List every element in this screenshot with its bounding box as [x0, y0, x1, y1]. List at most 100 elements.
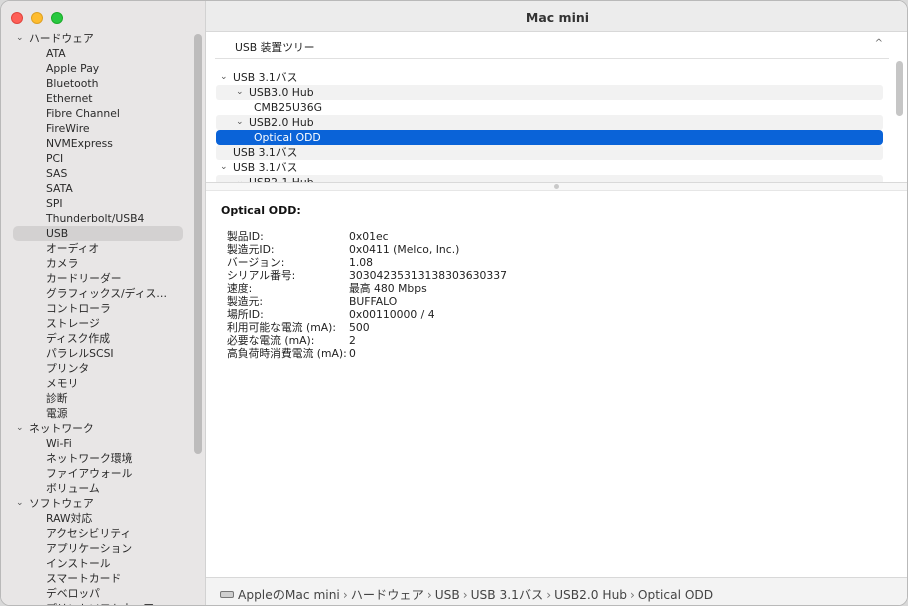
breadcrumb-item[interactable]: Optical ODD: [638, 588, 713, 602]
chevron-down-icon[interactable]: ⌄: [220, 160, 228, 175]
chevron-down-icon[interactable]: ⌄: [236, 85, 244, 100]
sidebar-item[interactable]: グラフィックス/ディス…: [13, 286, 183, 301]
sidebar-item[interactable]: パラレルSCSI: [13, 346, 183, 361]
detail-key: 製品ID:: [227, 230, 264, 243]
chevron-down-icon[interactable]: ⌄: [236, 175, 244, 182]
sidebar-item[interactable]: Ethernet: [13, 91, 183, 106]
sidebar-item[interactable]: 電源: [13, 406, 183, 421]
sidebar-item[interactable]: プリントソフトウェア: [13, 601, 183, 605]
detail-key: 製造元:: [227, 295, 264, 308]
detail-row: 高負荷時消費電流 (mA): 0: [227, 347, 507, 360]
breadcrumb-item[interactable]: USB 3.1バス: [471, 588, 544, 602]
sidebar-item[interactable]: SAS: [13, 166, 183, 181]
sidebar-item[interactable]: カメラ: [13, 256, 183, 271]
sidebar-item-label: FireWire: [46, 122, 90, 135]
sidebar-item[interactable]: NVMExpress: [13, 136, 183, 151]
sidebar-item-label: SAS: [46, 167, 68, 180]
sidebar-item-label: USB: [46, 227, 69, 240]
breadcrumb-item[interactable]: AppleのMac mini: [238, 588, 340, 602]
sidebar-group-label: ハードウェア: [29, 32, 94, 45]
sidebar-item[interactable]: 診断: [13, 391, 183, 406]
sidebar-group[interactable]: ⌄ ソフトウェア: [13, 496, 183, 511]
sidebar-item[interactable]: カードリーダー: [13, 271, 183, 286]
tree-row[interactable]: ⌄ USB2.0 Hub: [216, 115, 883, 130]
sidebar-item[interactable]: Thunderbolt/USB4: [13, 211, 183, 226]
sidebar-item[interactable]: ファイアウォール: [13, 466, 183, 481]
chevron-down-icon[interactable]: ⌄: [236, 115, 244, 130]
chevron-down-icon[interactable]: ⌄: [16, 496, 24, 511]
minimize-button[interactable]: [31, 12, 43, 24]
sidebar-item[interactable]: FireWire: [13, 121, 183, 136]
sidebar-item[interactable]: USB: [13, 226, 183, 241]
detail-key: 場所ID:: [227, 308, 264, 321]
tree-row[interactable]: CMB25U36G: [216, 100, 883, 115]
zoom-button[interactable]: [51, 12, 63, 24]
mac-mini-icon: [220, 591, 234, 598]
tree-row[interactable]: ⌄ USB2.1 Hub: [216, 175, 883, 182]
chevron-right-icon: ›: [462, 588, 468, 602]
breadcrumb-item[interactable]: USB2.0 Hub: [554, 588, 627, 602]
detail-row: 製造元: BUFFALO: [227, 295, 507, 308]
breadcrumb-item[interactable]: USB: [435, 588, 460, 602]
chevron-down-icon[interactable]: ⌄: [16, 31, 24, 46]
sidebar-item[interactable]: ネットワーク環境: [13, 451, 183, 466]
tree-row[interactable]: ⌄ USB3.0 Hub: [216, 85, 883, 100]
sidebar: ⌄ ハードウェア ATA Apple Pay Bluetooth Ethernet Fibr…: [1, 1, 206, 605]
split-handle[interactable]: [554, 184, 559, 189]
sidebar-item-label: メモリ: [46, 377, 79, 390]
chevron-down-icon[interactable]: ⌄: [16, 421, 24, 436]
detail-row: 必要な電流 (mA): 2: [227, 334, 507, 347]
chevron-up-icon[interactable]: ^: [875, 38, 883, 49]
sidebar-item[interactable]: ストレージ: [13, 316, 183, 331]
tree-row[interactable]: Optical ODD: [216, 130, 883, 145]
sidebar-item[interactable]: ATA: [13, 46, 183, 61]
chevron-right-icon: ›: [342, 588, 348, 602]
sidebar-item[interactable]: Apple Pay: [13, 61, 183, 76]
sidebar-item[interactable]: ボリューム: [13, 481, 183, 496]
sidebar-item[interactable]: Bluetooth: [13, 76, 183, 91]
sidebar-item[interactable]: スマートカード: [13, 571, 183, 586]
tree-row[interactable]: USB 3.1バス: [216, 145, 883, 160]
tree-row[interactable]: ⌄ USB 3.1バス: [216, 70, 883, 85]
sidebar-item[interactable]: PCI: [13, 151, 183, 166]
close-button[interactable]: [11, 12, 23, 24]
sidebar-item-label: プリンタ: [46, 362, 90, 375]
sidebar-item[interactable]: RAW対応: [13, 511, 183, 526]
breadcrumb-item[interactable]: ハードウェア: [351, 588, 424, 602]
sidebar-item[interactable]: ディスク作成: [13, 331, 183, 346]
sidebar-item[interactable]: アクセシビリティ: [13, 526, 183, 541]
path-bar: AppleのMac mini › ハードウェア › USB › USB 3.1バス › USB2…: [206, 577, 907, 605]
sidebar-item-label: デベロッパ: [46, 587, 100, 600]
tree-scrollbar[interactable]: [896, 61, 903, 116]
sidebar-group[interactable]: ⌄ ハードウェア: [13, 31, 183, 46]
main-pane: Mac mini USB 装置ツリー ^ ⌄ USB 3.1バス ⌄ USB3.0 H…: [206, 1, 907, 605]
sidebar-item[interactable]: プリンタ: [13, 361, 183, 376]
sidebar-item[interactable]: デベロッパ: [13, 586, 183, 601]
tree-row-label: USB2.1 Hub: [249, 175, 314, 182]
sidebar-item-label: スマートカード: [46, 572, 122, 585]
sidebar-item[interactable]: オーディオ: [13, 241, 183, 256]
sidebar-item[interactable]: Wi-Fi: [13, 436, 183, 451]
sidebar-group[interactable]: ⌄ ネットワーク: [13, 421, 183, 436]
sidebar-item-label: NVMExpress: [46, 137, 113, 150]
chevron-down-icon[interactable]: ⌄: [220, 70, 228, 85]
sidebar-item[interactable]: コントローラ: [13, 301, 183, 316]
sidebar-scrollbar[interactable]: [194, 34, 202, 454]
sidebar-list: ⌄ ハードウェア ATA Apple Pay Bluetooth Ethernet Fibr…: [13, 31, 183, 605]
sidebar-item[interactable]: SPI: [13, 196, 183, 211]
split-divider[interactable]: [206, 182, 907, 191]
tree-header[interactable]: USB 装置ツリー ^: [215, 33, 889, 59]
sidebar-item[interactable]: アプリケーション: [13, 541, 183, 556]
detail-row: 製造元ID: 0x0411 (Melco, Inc.): [227, 243, 507, 256]
sidebar-item[interactable]: メモリ: [13, 376, 183, 391]
sidebar-item[interactable]: Fibre Channel: [13, 106, 183, 121]
sidebar-item[interactable]: SATA: [13, 181, 183, 196]
system-information-window: ⌄ ハードウェア ATA Apple Pay Bluetooth Ethernet Fibr…: [0, 0, 908, 606]
sidebar-item[interactable]: インストール: [13, 556, 183, 571]
chevron-right-icon: ›: [426, 588, 432, 602]
detail-key: バージョン:: [227, 256, 285, 269]
sidebar-group-label: ソフトウェア: [29, 497, 94, 510]
tree-row[interactable]: ⌄ USB 3.1バス: [216, 160, 883, 175]
tree-row-label: CMB25U36G: [254, 101, 323, 114]
detail-value: 0: [349, 347, 356, 360]
